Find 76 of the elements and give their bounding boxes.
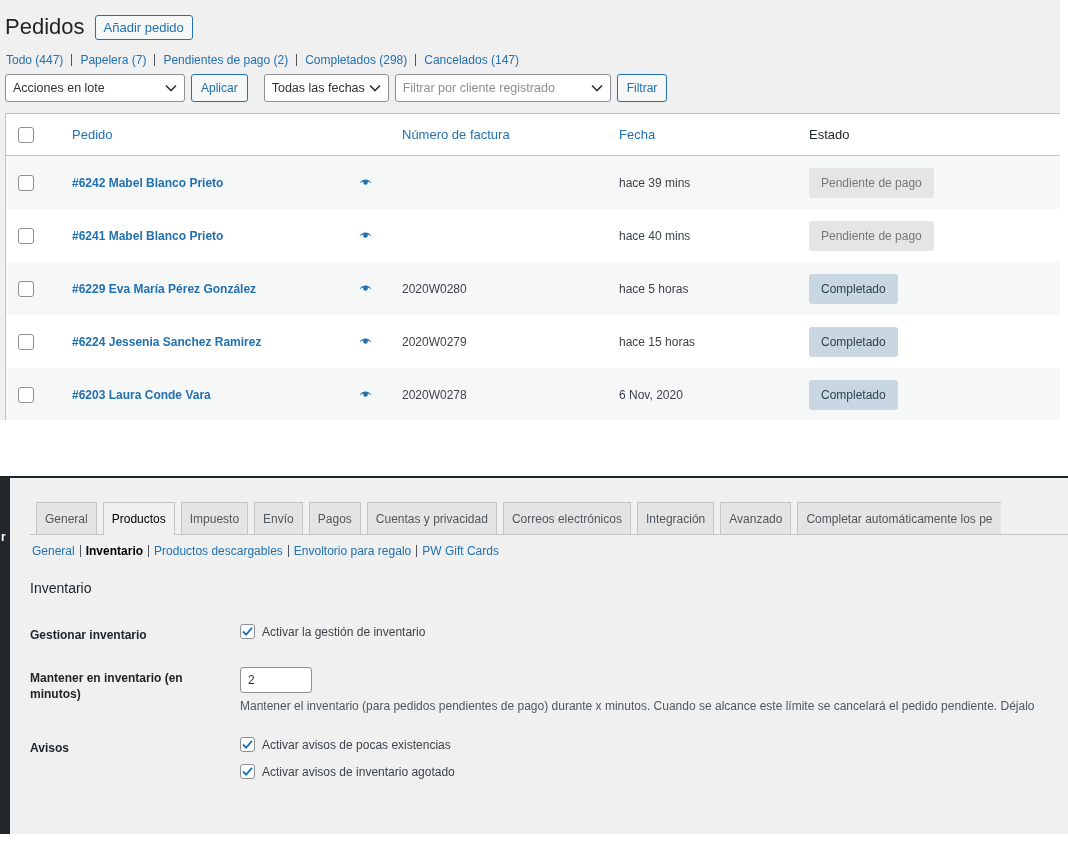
row-checkbox[interactable] <box>18 227 34 244</box>
filter-link[interactable]: Completados (298) <box>305 53 408 67</box>
field-label: Mantener en inventario (en minutos) <box>30 670 184 703</box>
settings-tab[interactable]: Pagos <box>308 502 361 534</box>
order-date: hace 40 mins <box>619 228 691 243</box>
column-header[interactable]: Fecha <box>619 127 656 142</box>
eye-icon[interactable] <box>359 390 372 399</box>
subsection-link[interactable]: Productos descargables <box>154 544 283 558</box>
invoice-number: 2020W0279 <box>402 334 467 349</box>
page-title: Pedidos <box>5 14 85 40</box>
settings-tab[interactable]: Integración <box>636 502 715 534</box>
field-label: Gestionar inventario <box>30 627 148 643</box>
apply-button[interactable]: Aplicar <box>191 74 248 102</box>
filter-link[interactable]: Pendientes de pago (2) <box>163 53 289 67</box>
status-badge: Completado <box>809 273 898 304</box>
order-link[interactable]: #6224 Jessenia Sanchez Ramirez <box>72 334 262 349</box>
eye-icon[interactable] <box>359 337 372 346</box>
status-badge: Completado <box>809 379 898 410</box>
column-header[interactable]: Pedido <box>72 127 113 142</box>
chevron-down-icon <box>368 84 381 92</box>
invoice-number: 2020W0280 <box>402 281 467 296</box>
eye-icon[interactable] <box>359 231 372 240</box>
column-header[interactable]: Número de factura <box>402 127 510 142</box>
order-date: hace 39 mins <box>619 175 691 190</box>
checkbox-label: Activar avisos de pocas existencias <box>262 737 451 752</box>
sidebar-text-fragment: r <box>0 530 7 544</box>
order-link[interactable]: #6241 Mabel Blanco Prieto <box>72 228 224 243</box>
checkbox-label: Activar la gestión de inventario <box>262 624 426 639</box>
field-description: Mantener el inventario (para pedidos pendientes de pago) durante x minutos. Cuando se alcance este límite se cancelará el pedido pendiente. Déjalo <box>240 699 1035 713</box>
row-checkbox[interactable] <box>18 280 34 297</box>
settings-tab[interactable]: Completar automáticamente los pe <box>797 502 1001 534</box>
status-badge: Completado <box>809 326 898 357</box>
checkbox-label: Activar avisos de inventario agotado <box>262 764 455 779</box>
subsection-link[interactable]: Inventario <box>85 544 144 558</box>
chevron-down-icon <box>590 84 603 92</box>
settings-tab[interactable]: General <box>36 502 97 534</box>
bulk-actions-dropdown[interactable]: Acciones en lote <box>5 74 185 102</box>
status-badge: Pendiente de pago <box>809 167 934 198</box>
row-checkbox[interactable] <box>18 174 34 191</box>
checkbox[interactable] <box>240 764 255 779</box>
minutes-input[interactable]: 2 <box>240 667 312 693</box>
order-link[interactable]: #6203 Laura Conde Vara <box>72 387 211 402</box>
subsection-link[interactable]: PW Gift Cards <box>422 544 499 558</box>
customer-filter-field[interactable]: Filtrar por cliente registrado <box>394 74 611 102</box>
settings-tab[interactable]: Productos <box>102 502 175 535</box>
filter-link[interactable]: Papelera (7) <box>80 53 147 67</box>
status-badge: Pendiente de pago <box>809 220 934 251</box>
order-link[interactable]: #6229 Eva María Pérez González <box>72 281 257 296</box>
row-checkbox[interactable] <box>18 333 34 350</box>
checkbox[interactable] <box>240 624 255 639</box>
date-filter-dropdown[interactable]: Todas las fechas <box>263 74 389 102</box>
row-checkbox[interactable] <box>18 386 34 403</box>
settings-tab[interactable]: Cuentas y privacidad <box>366 502 497 534</box>
eye-icon[interactable] <box>359 178 372 187</box>
filter-link[interactable]: Cancelados (147) <box>424 53 519 67</box>
filter-button[interactable]: Filtrar <box>616 74 668 102</box>
field-label: Avisos <box>30 740 70 757</box>
select-all-checkbox[interactable] <box>18 126 34 143</box>
checkbox[interactable] <box>240 737 255 752</box>
settings-tab[interactable]: Correos electrónicos <box>502 502 631 534</box>
filter-link[interactable]: Todo (447) <box>6 53 64 67</box>
section-title: Inventario <box>30 580 93 596</box>
order-link[interactable]: #6242 Mabel Blanco Prieto <box>72 175 224 190</box>
chevron-down-icon <box>165 84 177 92</box>
column-header: Estado <box>809 127 850 142</box>
settings-tab[interactable]: Avanzado <box>720 502 792 534</box>
order-date: hace 15 horas <box>619 334 696 349</box>
order-date: hace 5 horas <box>619 281 689 296</box>
add-order-button[interactable]: Añadir pedido <box>94 14 193 40</box>
subsection-link[interactable]: General <box>32 544 75 558</box>
settings-tab[interactable]: Impuesto <box>180 502 249 534</box>
eye-icon[interactable] <box>359 284 372 293</box>
order-date: 6 Nov, 2020 <box>619 387 683 402</box>
settings-tab[interactable]: Envío <box>254 502 303 534</box>
subsection-link[interactable]: Envoltorio para regalo <box>293 544 412 558</box>
invoice-number: 2020W0278 <box>402 387 467 402</box>
